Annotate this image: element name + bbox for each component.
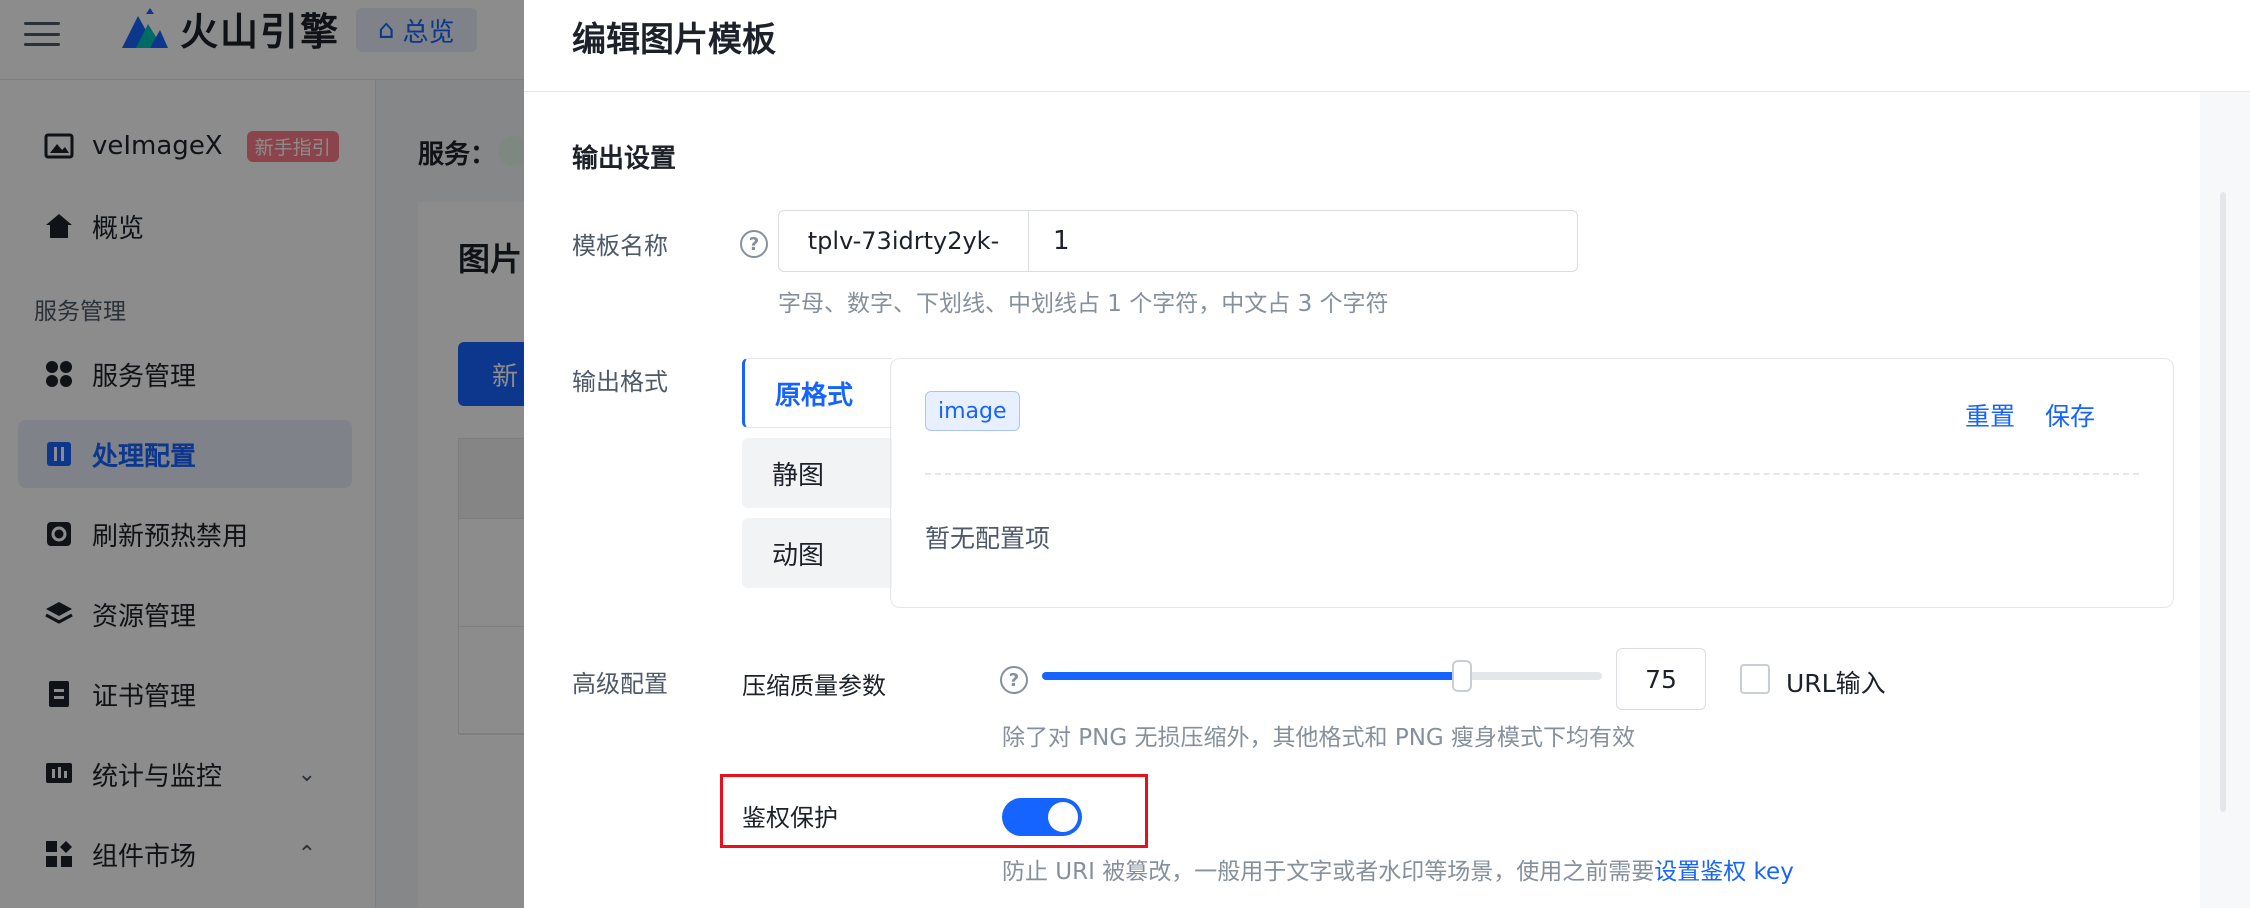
slider-handle[interactable] xyxy=(1452,660,1472,692)
tab-original-format[interactable]: 原格式 xyxy=(742,358,892,428)
format-config-panel: image 重置 保存 暂无配置项 xyxy=(890,358,2174,608)
empty-config-text: 暂无配置项 xyxy=(925,524,1051,553)
auth-protection-toggle[interactable] xyxy=(1002,798,1082,836)
quality-hint: 除了对 PNG 无损压缩外，其他格式和 PNG 瘦身模式下均有效 xyxy=(1002,725,1636,751)
drawer-title: 编辑图片模板 xyxy=(572,20,776,60)
help-icon[interactable]: ? xyxy=(740,230,768,258)
drawer-header: 编辑图片模板 xyxy=(524,0,2250,92)
help-icon[interactable]: ? xyxy=(1000,666,1028,694)
reset-button[interactable]: 重置 xyxy=(1965,397,2015,433)
divider xyxy=(925,473,2139,475)
template-name-field: tplv-73idrty2yk- xyxy=(778,210,1578,272)
set-auth-key-link[interactable]: 设置鉴权 key xyxy=(1654,859,1794,885)
template-name-input[interactable] xyxy=(1029,211,1577,271)
preview-panel xyxy=(2200,92,2250,908)
quality-label: 压缩质量参数 xyxy=(742,672,886,700)
tab-static-image[interactable]: 静图 xyxy=(742,438,892,508)
quality-slider[interactable] xyxy=(1042,660,1602,692)
auth-hint-text: 防止 URI 被篡改，一般用于文字或者水印等场景，使用之前需要 xyxy=(1002,859,1655,885)
template-name-hint: 字母、数字、下划线、中划线占 1 个字符，中文占 3 个字符 xyxy=(778,291,1389,317)
save-button[interactable]: 保存 xyxy=(2045,397,2095,433)
template-name-label: 模板名称 xyxy=(572,232,668,260)
tab-animated-image[interactable]: 动图 xyxy=(742,518,892,588)
scrollbar[interactable] xyxy=(2220,192,2226,812)
quality-value-input[interactable] xyxy=(1616,648,1706,710)
template-name-prefix: tplv-73idrty2yk- xyxy=(779,211,1029,271)
output-format-label: 输出格式 xyxy=(572,368,668,396)
url-input-label: URL输入 xyxy=(1786,669,1886,698)
section-title-output: 输出设置 xyxy=(572,144,677,174)
toggle-knob xyxy=(1048,802,1078,832)
advanced-config-label: 高级配置 xyxy=(572,670,668,698)
format-tag: image xyxy=(925,391,1020,431)
auth-protection-hint: 防止 URI 被篡改，一般用于文字或者水印等场景，使用之前需要设置鉴权 key xyxy=(1002,852,1794,886)
edit-template-drawer: 编辑图片模板 输出设置 模板名称 ? tplv-73idrty2yk- 字母、数… xyxy=(524,0,2250,908)
auth-protection-label: 鉴权保护 xyxy=(742,804,838,832)
url-input-checkbox[interactable] xyxy=(1740,664,1770,694)
slider-fill xyxy=(1042,672,1462,680)
